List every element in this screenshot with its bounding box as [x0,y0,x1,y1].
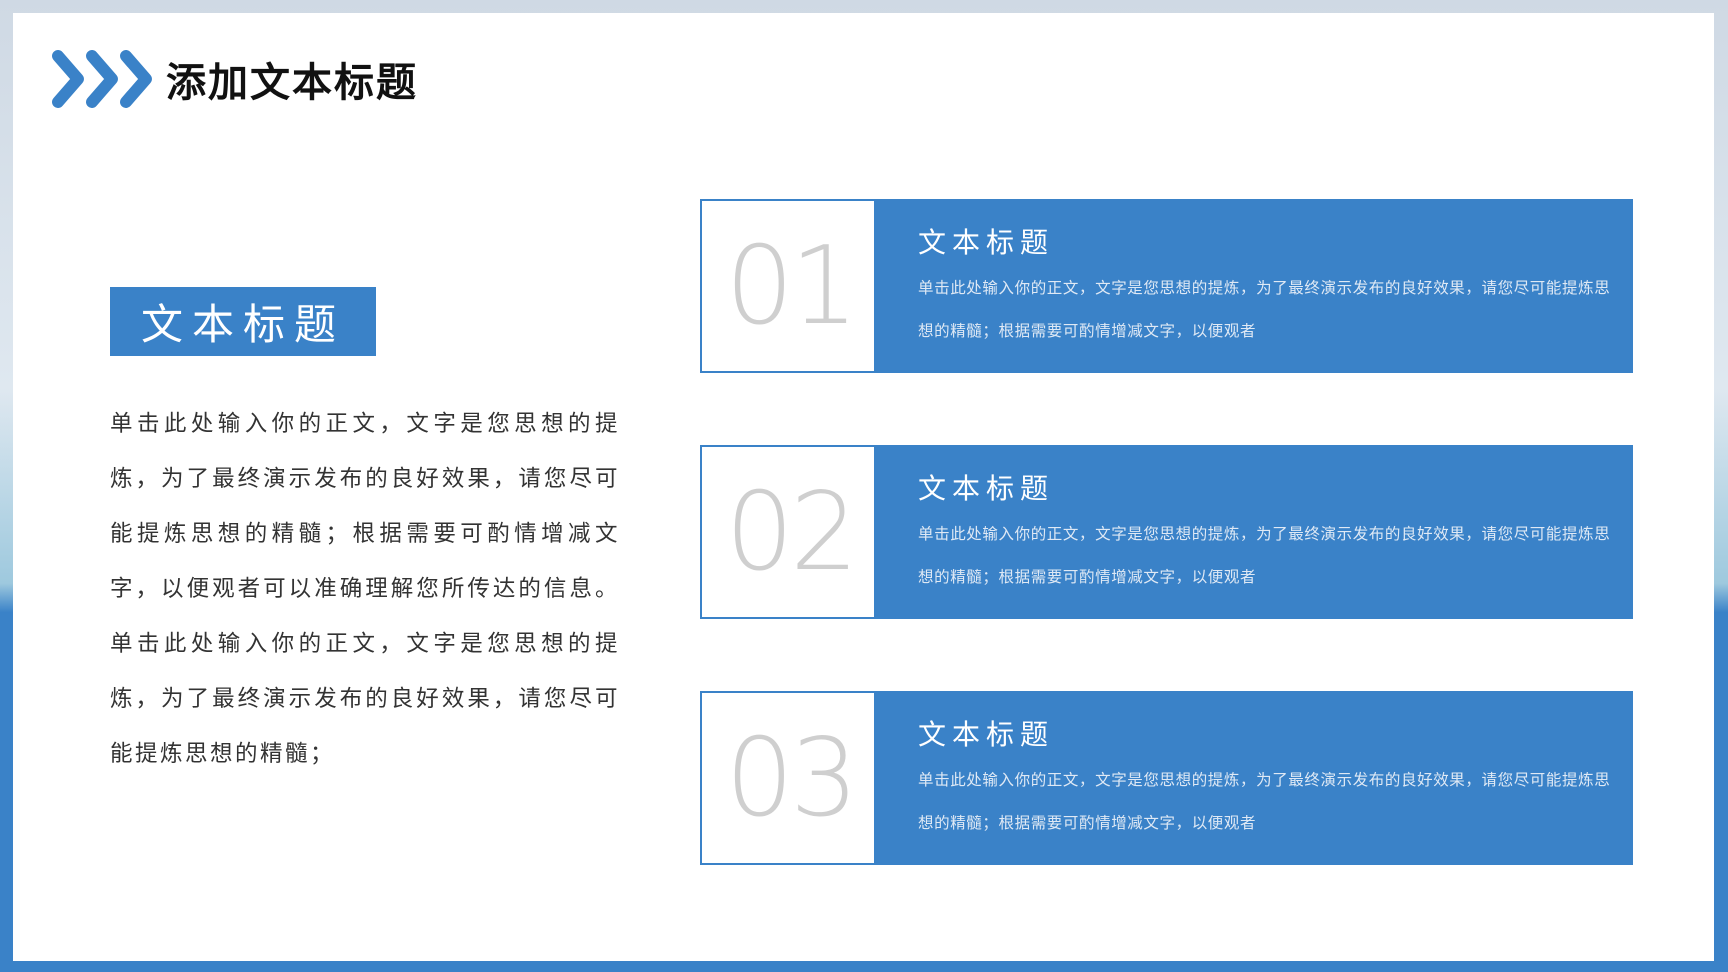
card-number: 02 [725,469,858,595]
section-label: 文本标题 [110,287,376,356]
card-text: 单击此处输入你的正文，文字是您思想的提炼，为了最终演示发布的良好效果，请您尽可能… [918,525,1611,586]
card-title: 文本标题 [918,718,1055,751]
content-card-3: 03 文本标题 单击此处输入你的正文，文字是您思想的提炼，为了最终演示发布的良好… [700,691,1633,865]
card-panel: 文本标题 单击此处输入你的正文，文字是您思想的提炼，为了最终演示发布的良好效果，… [874,691,1633,865]
content-card-2: 02 文本标题 单击此处输入你的正文，文字是您思想的提炼，为了最终演示发布的良好… [700,445,1633,619]
card-title: 文本标题 [918,226,1055,259]
content-card-1: 01 文本标题 单击此处输入你的正文，文字是您思想的提炼，为了最终演示发布的良好… [700,199,1633,373]
card-title: 文本标题 [918,472,1055,505]
page-title: 添加文本标题 [166,59,418,106]
card-panel: 文本标题 单击此处输入你的正文，文字是您思想的提炼，为了最终演示发布的良好效果，… [874,199,1633,373]
card-text: 单击此处输入你的正文，文字是您思想的提炼，为了最终演示发布的良好效果，请您尽可能… [918,279,1611,340]
bottom-accent-strip [0,961,1728,972]
triple-chevron-right-icon [52,50,152,108]
card-text: 单击此处输入你的正文，文字是您思想的提炼，为了最终演示发布的良好效果，请您尽可能… [918,771,1611,832]
card-number: 03 [725,715,858,841]
slide-header: 添加文本标题 [52,48,418,110]
card-panel: 文本标题 单击此处输入你的正文，文字是您思想的提炼，为了最终演示发布的良好效果，… [874,445,1633,619]
card-number: 01 [725,223,858,349]
section-body-text: 单击此处输入你的正文，文字是您思想的提炼，为了最终演示发布的良好效果，请您尽可能… [110,411,620,767]
